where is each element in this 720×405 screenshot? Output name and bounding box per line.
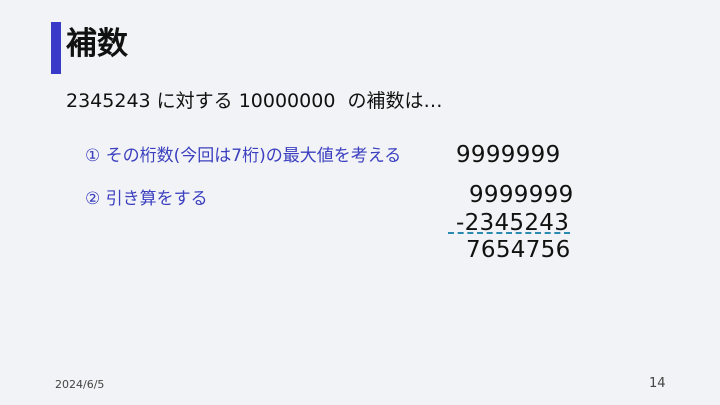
title-accent-bar xyxy=(51,22,61,74)
lead-text: 2345243 に対する 10000000 の補数は… xyxy=(66,90,443,112)
step-2: ② 引き算をする xyxy=(85,189,208,209)
result: 7654756 xyxy=(466,237,571,263)
slide: 補数 2345243 に対する 10000000 の補数は… ① その桁数(今回… xyxy=(0,0,720,405)
step-1: ① その桁数(今回は7桁)の最大値を考える xyxy=(85,146,402,166)
slide-date: 2024/6/5 xyxy=(55,378,105,391)
minuend: 9999999 xyxy=(469,182,574,208)
page-number: 14 xyxy=(649,376,666,391)
slide-title: 補数 xyxy=(66,26,128,62)
max-value: 9999999 xyxy=(456,142,561,168)
subtraction-line xyxy=(448,232,570,234)
